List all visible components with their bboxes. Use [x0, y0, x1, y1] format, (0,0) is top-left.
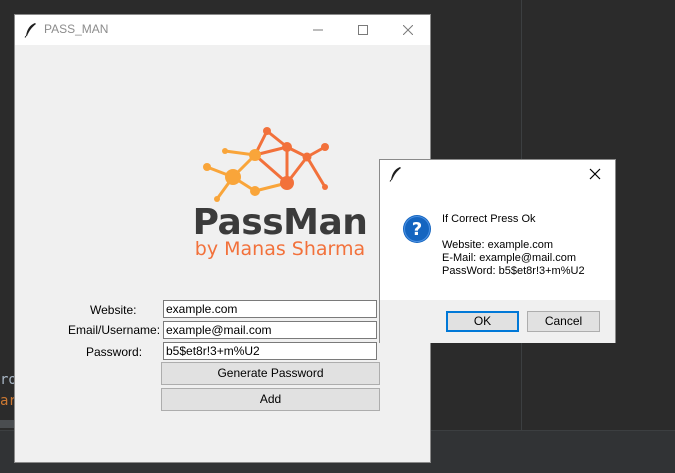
- svg-text:?: ?: [412, 219, 422, 240]
- add-button[interactable]: Add: [161, 388, 380, 411]
- logo-title: PassMan: [192, 202, 368, 243]
- title-bar[interactable]: PASS_MAN: [15, 15, 430, 45]
- network-logo-icon: [203, 127, 329, 202]
- website-input[interactable]: [163, 300, 377, 318]
- generate-password-button[interactable]: Generate Password: [161, 362, 380, 385]
- dialog-website-line: Website: example.com: [442, 239, 554, 251]
- maximize-button[interactable]: [340, 15, 385, 45]
- maximize-icon: [357, 25, 368, 35]
- dialog-heading: If Correct Press Ok: [442, 213, 536, 225]
- password-input[interactable]: [163, 342, 377, 360]
- email-input[interactable]: [163, 321, 377, 339]
- cancel-button[interactable]: Cancel: [527, 311, 600, 332]
- dialog-email-line: E-Mail: example@mail.com: [442, 252, 577, 264]
- close-icon[interactable]: [587, 166, 603, 182]
- question-icon: ?: [403, 215, 431, 243]
- dialog-password-line: PassWord: b5$et8r!3+m%U2: [442, 265, 585, 277]
- dialog-title-bar[interactable]: [380, 160, 615, 188]
- feather-icon: [389, 167, 401, 182]
- minimize-button[interactable]: [295, 15, 340, 45]
- feather-icon: [24, 23, 36, 38]
- minimize-icon: [312, 29, 323, 31]
- window-title: PASS_MAN: [44, 22, 109, 36]
- logo-subtitle: by Manas Sharma: [194, 238, 366, 260]
- ok-button[interactable]: OK: [446, 311, 519, 332]
- passman-window: PASS_MAN PassMan by Manas Sharma Website…: [14, 14, 431, 463]
- close-icon: [402, 25, 413, 35]
- confirm-dialog: ? If Correct Press Ok Website: example.c…: [379, 159, 616, 343]
- close-button[interactable]: [385, 15, 430, 45]
